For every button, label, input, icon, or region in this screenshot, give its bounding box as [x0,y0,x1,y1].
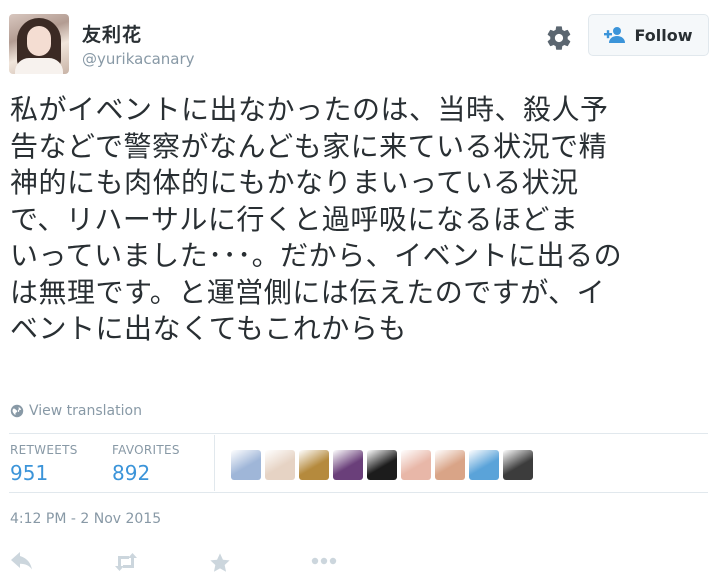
tweet-stats: RETWEETS 951 FAVORITES 892 [0,433,717,493]
favorites-label: FAVORITES [112,443,180,457]
favoriter-avatar-4[interactable] [333,450,363,480]
retweet-icon[interactable] [112,552,140,572]
view-translation-label: View translation [29,403,142,419]
favoriter-avatar-2[interactable] [265,450,295,480]
favoriter-avatar-1[interactable] [231,450,261,480]
tweet-text-line: 神的にも肉体的にもかなりまいっている状況 [10,166,579,199]
favoriter-avatar-9[interactable] [503,450,533,480]
tweet-actions [0,548,717,578]
favoriter-avatar-5[interactable] [367,450,397,480]
tweet-card: 友利花 @yurikacanary Follow 私がイベントに出なかったのは、… [0,0,717,583]
display-name[interactable]: 友利花 [82,20,142,47]
gear-icon[interactable] [545,24,573,52]
retweets-count: 951 [10,461,49,485]
follow-button[interactable]: Follow [588,14,709,56]
tweet-text: 私がイベントに出なかったのは、当時、殺人予 告などで警察がなんども家に来ている状… [10,92,700,348]
favoriter-avatar-8[interactable] [469,450,499,480]
retweets-stat[interactable]: RETWEETS 951 [10,443,78,485]
stats-top-divider [9,433,708,434]
favoriter-avatar-6[interactable] [401,450,431,480]
reply-icon[interactable] [10,552,34,572]
stats-vertical-divider [214,435,215,491]
stats-bottom-divider [9,492,708,493]
tweet-text-line: で、リハーサルに行くと過呼吸になるほどま [10,202,579,236]
follow-person-plus-icon [604,27,626,43]
tweet-text-line: ベントに出なくてもこれからも [10,312,407,345]
favorites-count: 892 [112,461,151,485]
user-avatar[interactable] [9,14,69,74]
favoriter-avatar-7[interactable] [435,450,465,480]
tweet-text-line: 私がイベントに出なかったのは、当時、殺人予 [10,93,609,126]
screen-name[interactable]: @yurikacanary [82,50,195,68]
favoriter-avatar-3[interactable] [299,450,329,480]
tweet-text-line: 告などで警察がなんども家に来ている状況で精 [10,129,608,163]
tweet-timestamp[interactable]: 4:12 PM - 2 Nov 2015 [10,511,161,527]
retweets-label: RETWEETS [10,443,78,457]
tweet-text-line: いっていました･･･。だから、イベントに出るの [10,239,623,272]
more-dots-icon[interactable] [311,557,337,565]
favorites-stat[interactable]: FAVORITES 892 [112,443,180,485]
star-icon[interactable] [209,552,231,574]
favoriter-avatars [231,450,533,480]
tweet-text-line: は無理です。と運営側には伝えたのですが、イ [10,275,606,309]
globe-icon [10,404,24,418]
view-translation-link[interactable]: View translation [10,403,142,419]
follow-label: Follow [634,25,693,45]
